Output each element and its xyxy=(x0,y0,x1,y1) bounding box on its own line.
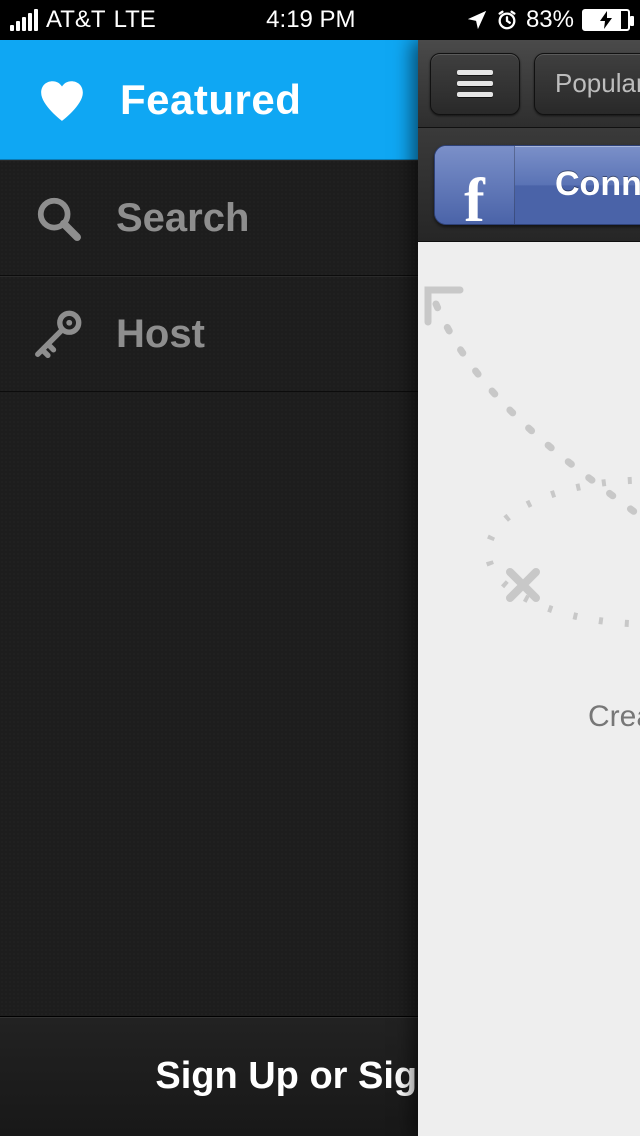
search-icon xyxy=(30,195,86,241)
key-icon xyxy=(30,307,86,361)
battery-pct-label: 83% xyxy=(526,6,574,34)
carrier-label: AT&T xyxy=(46,6,106,34)
menu-button[interactable] xyxy=(430,53,520,115)
main-body: Create xyxy=(418,242,640,1136)
main-panel[interactable]: Popular f Connect Create xyxy=(418,40,640,1136)
status-bar: AT&T LTE 4:19 PM 83% xyxy=(0,0,640,40)
status-right: 83% xyxy=(466,6,630,34)
popular-tab[interactable]: Popular xyxy=(534,53,640,115)
hamburger-icon xyxy=(457,70,493,97)
clock-label: 4:19 PM xyxy=(266,6,355,34)
facebook-icon: f xyxy=(435,145,515,225)
popular-tab-label: Popular xyxy=(555,68,640,99)
charging-icon xyxy=(599,11,613,29)
sidebar-item-label: Featured xyxy=(120,76,301,124)
facebook-connect-button[interactable]: f Connect xyxy=(434,145,640,225)
facebook-letter: f xyxy=(464,177,485,225)
battery-icon xyxy=(582,9,630,31)
onboarding-path-illustration xyxy=(418,242,640,1042)
signal-icon xyxy=(10,9,38,31)
status-left: AT&T LTE xyxy=(10,6,156,34)
sidebar-item-label: Search xyxy=(116,196,249,241)
heart-icon xyxy=(34,77,90,123)
network-label: LTE xyxy=(114,6,156,34)
onboarding-hint-text: Create xyxy=(588,700,640,734)
alarm-icon xyxy=(496,9,518,31)
main-topbar: Popular xyxy=(418,40,640,128)
location-icon xyxy=(466,9,488,31)
facebook-connect-row: f Connect xyxy=(418,128,640,242)
facebook-connect-label: Connect xyxy=(515,165,640,204)
sidebar-item-label: Host xyxy=(116,312,205,357)
